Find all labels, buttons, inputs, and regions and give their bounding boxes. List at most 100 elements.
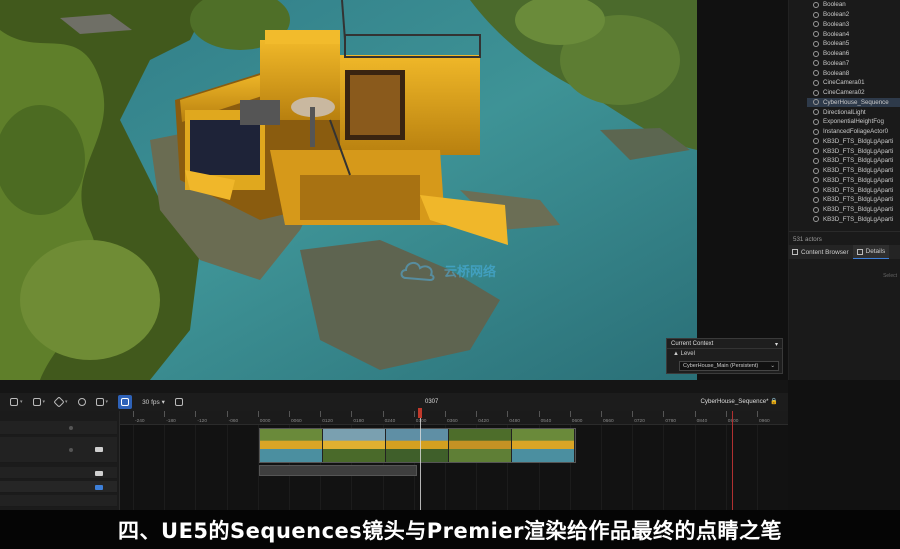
sequence-name[interactable]: CyberHouse_Sequence* 🔒 (700, 397, 778, 405)
view-options-button[interactable]: ▾ (32, 395, 45, 409)
ruler-tick-label: 0480 (507, 411, 521, 424)
outliner-list: Boolean Boolean2 Boolean3 Boolean4 Boolean5 B… (807, 0, 900, 228)
sequencer-toolbar: ▾ ▾ ▾ ▾ 30 fps ▾ CyberHouse_Sequence* 🔒 (0, 393, 788, 411)
outliner-item-label: KB3D_FTS_BldgLgAparti (823, 196, 894, 204)
actor-icon (813, 31, 819, 38)
outliner-item-label: KB3D_FTS_BldgLgAparti (823, 206, 894, 214)
shot-thumbnail (449, 429, 512, 462)
ruler-tick-label: 0840 (694, 411, 708, 424)
level-label-text: Level (680, 351, 695, 357)
context-level-label: ▲ Level (673, 351, 695, 357)
ruler-tick-label: 0420 (476, 411, 489, 424)
end-marker[interactable] (732, 411, 733, 510)
actor-icon (813, 1, 819, 8)
actor-icon (813, 138, 819, 145)
ruler-tick-label: 0900 (725, 411, 739, 424)
curve-editor-button[interactable] (174, 395, 183, 409)
tab-details[interactable]: Details (852, 245, 890, 259)
track-row-camera[interactable] (0, 437, 117, 463)
ruler-tick-label: 0360 (445, 411, 458, 424)
outliner-item-label: KB3D_FTS_BldgLgAparti (823, 147, 894, 155)
level-viewport[interactable]: 云桥网络 (0, 0, 697, 380)
outliner-item-label: CineCamera02 (823, 89, 865, 97)
outliner-item[interactable]: KB3D_FTS_BldgLgAparti (807, 137, 900, 147)
curve-icon (174, 398, 183, 406)
outliner-item[interactable]: KB3D_FTS_BldgLgAparti (807, 185, 900, 195)
tab-details-label: Details (865, 248, 886, 255)
outliner-item[interactable]: Boolean3 (807, 20, 900, 30)
grid-line (164, 425, 166, 510)
shot-thumbnail (323, 429, 386, 462)
chevron-down-icon: ▾ (105, 399, 109, 405)
shot-thumbnail (512, 429, 575, 462)
outliner-item[interactable]: KB3D_FTS_BldgLgAparti (807, 215, 900, 225)
outliner-item[interactable]: CineCamera01 (807, 78, 900, 88)
chevron-down-icon: ▾ (65, 399, 68, 405)
sequence-name-text: CyberHouse_Sequence* (700, 398, 769, 405)
outliner-item[interactable]: KB3D_FTS_BldgLgAparti (807, 195, 900, 205)
outliner-item[interactable]: Boolean4 (807, 29, 900, 39)
actor-icon (813, 50, 819, 57)
ruler-tick-label: -060 (226, 411, 239, 424)
fps-dropdown[interactable]: 30 fps ▾ (142, 398, 165, 406)
actor-icon (813, 128, 819, 135)
outliner-item[interactable]: KB3D_FTS_BldgLgAparti (807, 176, 900, 186)
track-row-camera-active[interactable] (0, 481, 117, 493)
outliner-item[interactable]: InstancedFoliageActor0 (807, 127, 900, 137)
subsequence-clip[interactable] (259, 465, 417, 476)
track-row[interactable] (0, 495, 117, 507)
context-title: Current Context (671, 341, 714, 347)
auto-key-button[interactable] (77, 395, 86, 409)
grid-line (757, 425, 758, 510)
level-dropdown-value: CyberHouse_Main (Persistent) (683, 363, 759, 369)
panel-tabbar: Content Browser Details (788, 245, 900, 259)
outliner-item-label: Boolean6 (823, 50, 850, 58)
outliner-item[interactable]: Boolean2 (807, 10, 900, 20)
crosshair-icon (77, 398, 86, 406)
track-options-button[interactable]: ▾ (10, 395, 23, 409)
outliner-item[interactable]: Boolean5 (807, 39, 900, 49)
outliner-item[interactable]: KB3D_FTS_BldgLgAparti (807, 146, 900, 156)
outliner-item[interactable]: Boolean (807, 0, 900, 10)
key-options-button[interactable]: ▾ (53, 395, 68, 409)
actor-icon (813, 187, 819, 194)
details-select-hint: Select (883, 273, 897, 279)
track-row-camera[interactable] (0, 467, 117, 479)
outliner-item[interactable]: Boolean7 (807, 59, 900, 69)
outliner-item[interactable]: KB3D_FTS_BldgLgAparti (807, 156, 900, 166)
playhead[interactable] (418, 408, 422, 418)
outliner-item[interactable]: CyberHouse_Sequence (807, 97, 900, 108)
outliner-item[interactable]: CineCamera02 (807, 88, 900, 98)
outliner-item[interactable]: Boolean8 (807, 68, 900, 78)
ruler-tick-label: 0600 (569, 411, 583, 424)
grid-line (725, 425, 727, 510)
watermark: 云桥网络 (398, 258, 496, 282)
chevron-down-icon[interactable]: ▾ (775, 341, 778, 348)
actor-icon (813, 157, 819, 164)
outliner-item[interactable]: DirectionalLight (807, 107, 900, 117)
level-dropdown[interactable]: CyberHouse_Main (Persistent) ⌄ (679, 361, 779, 371)
actor-icon (813, 21, 819, 28)
outliner-item[interactable]: ExponentialHeightFog (807, 117, 900, 127)
visibility-dot-icon[interactable] (69, 448, 73, 452)
brush-icon (95, 398, 104, 406)
visibility-dot-icon[interactable] (69, 426, 73, 430)
chevron-down-icon: ⌄ (770, 363, 775, 369)
shot-clip[interactable] (259, 428, 576, 463)
snap-toggle[interactable] (118, 395, 133, 409)
magnet-icon (121, 398, 130, 406)
actor-icon (813, 118, 819, 125)
playhead-line (420, 418, 421, 510)
outliner-item[interactable]: Boolean6 (807, 49, 900, 59)
outliner-item[interactable]: KB3D_FTS_BldgLgAparti (807, 205, 900, 215)
timeline-area[interactable]: -240 -180 -120 -060 0000 0060 0120 0180 0240 0300… (120, 399, 788, 510)
outliner-item[interactable]: KB3D_FTS_BldgLgAparti (807, 166, 900, 176)
actor-icon (813, 196, 819, 203)
tab-content-browser[interactable]: Content Browser (788, 245, 853, 259)
cloud-logo-icon (400, 262, 435, 282)
track-row[interactable] (0, 421, 117, 435)
time-ruler[interactable]: -240 -180 -120 -060 0000 0060 0120 0180 0240 0300… (120, 411, 788, 425)
eye-icon (32, 398, 41, 406)
camera-icon (95, 471, 103, 476)
edit-tools-button[interactable]: ▾ (95, 395, 109, 409)
